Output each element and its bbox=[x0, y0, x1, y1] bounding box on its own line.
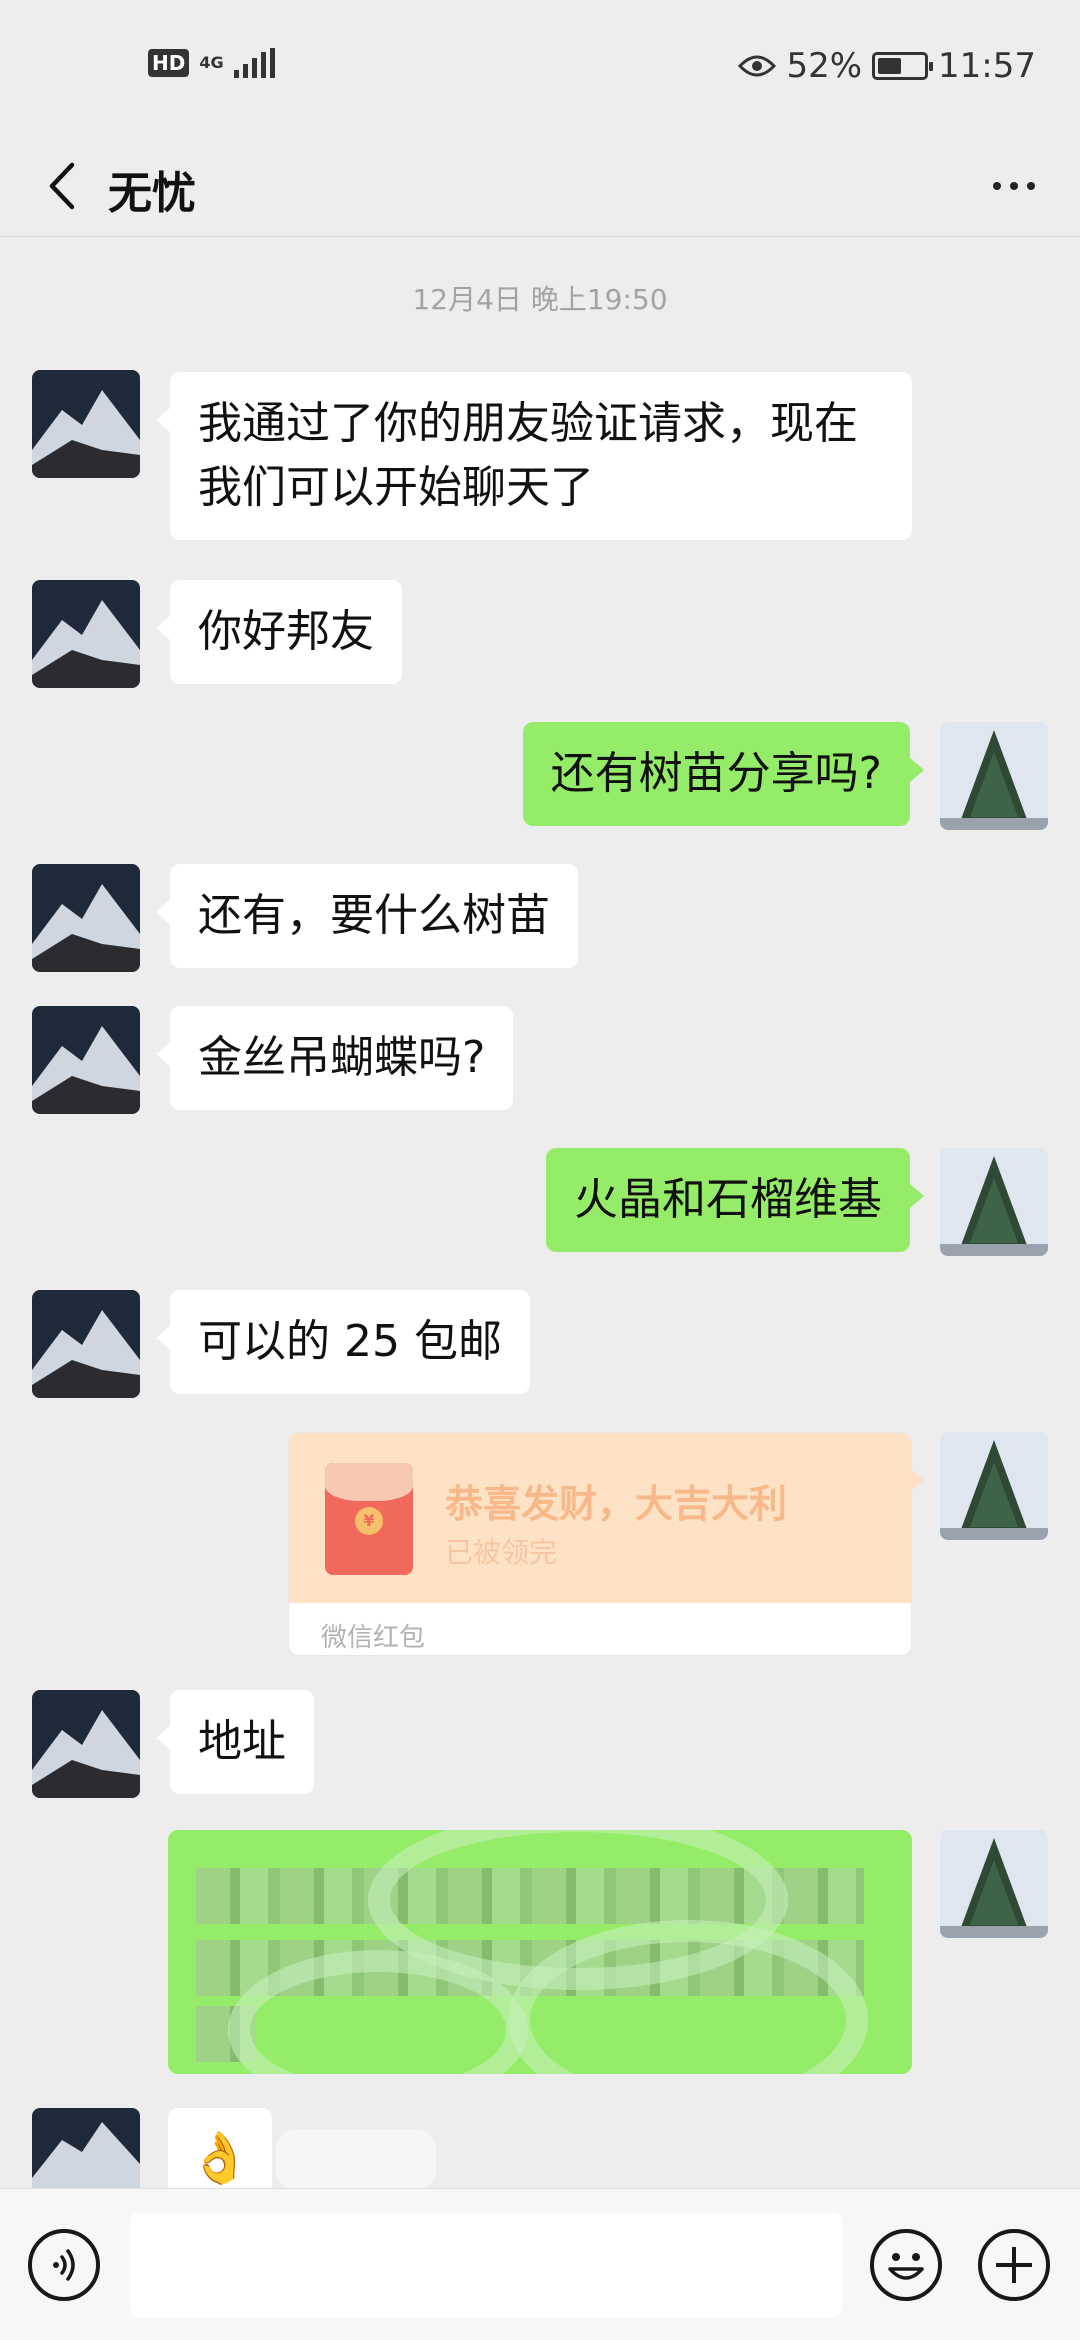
network-indicators: HD 4G bbox=[148, 48, 275, 78]
title-bar: 无忧 bbox=[0, 135, 1080, 237]
contact-avatar[interactable] bbox=[32, 1290, 140, 1398]
message-bubble-incoming[interactable]: 还有，要什么树苗 bbox=[156, 864, 578, 968]
hd-badge: HD bbox=[148, 49, 190, 77]
message-input[interactable] bbox=[130, 2213, 842, 2317]
red-envelope-icon: ¥ bbox=[325, 1463, 413, 1575]
voice-button[interactable] bbox=[28, 2229, 100, 2301]
emoji-button[interactable] bbox=[870, 2229, 942, 2301]
contact-avatar[interactable] bbox=[32, 864, 140, 972]
battery-icon bbox=[872, 52, 934, 80]
status-bar: HD 4G 52% 11:57 bbox=[0, 0, 1080, 135]
chevron-left-icon bbox=[49, 162, 75, 210]
status-right: 52% 11:57 bbox=[738, 46, 1036, 86]
contact-avatar[interactable] bbox=[32, 2108, 140, 2188]
message-bubble-incoming[interactable]: 金丝吊蝴蝶吗? bbox=[155, 1006, 514, 1110]
message-bubble-incoming[interactable]: 我通过了你的朋友验证请求，现在我们可以开始聊天了 bbox=[156, 372, 912, 540]
message-bubble-incoming[interactable]: 你好邦友 bbox=[156, 580, 402, 684]
message-timestamp: 12月4日 晚上19:50 bbox=[412, 283, 668, 316]
my-avatar[interactable] bbox=[940, 722, 1048, 830]
redaction-smudge bbox=[276, 2130, 436, 2190]
emoji-icon bbox=[888, 2253, 924, 2280]
signal-icon bbox=[233, 48, 275, 78]
battery-percent: 52% bbox=[786, 46, 863, 86]
my-avatar[interactable] bbox=[940, 1830, 1048, 1938]
contact-avatar[interactable] bbox=[32, 580, 140, 688]
red-packet-body: ¥ 恭喜发财，大吉大利 已被领完 bbox=[289, 1433, 911, 1603]
more-dots-icon bbox=[993, 182, 1001, 190]
my-avatar[interactable] bbox=[940, 1148, 1048, 1256]
eye-icon bbox=[738, 55, 777, 77]
chat-title: 无忧 bbox=[108, 168, 196, 219]
message-bubble-outgoing[interactable]: 还有树苗分享吗? bbox=[522, 722, 925, 826]
back-button[interactable] bbox=[26, 151, 96, 221]
contact-avatar[interactable] bbox=[32, 1690, 140, 1798]
contact-avatar[interactable] bbox=[32, 370, 140, 478]
red-packet-arrow bbox=[910, 1468, 924, 1492]
plus-button[interactable] bbox=[978, 2229, 1050, 2301]
more-button[interactable] bbox=[974, 151, 1054, 221]
contact-avatar[interactable] bbox=[32, 1006, 140, 1114]
red-packet-card[interactable]: ¥ 恭喜发财，大吉大利 已被领完 微信红包 bbox=[288, 1432, 912, 1656]
redacted-address-bubble[interactable] bbox=[168, 1830, 912, 2074]
red-packet-title: 恭喜发财，大吉大利 bbox=[445, 1482, 788, 1526]
message-bubble-incoming[interactable]: 👌 bbox=[168, 2108, 272, 2188]
red-packet-status: 已被领完 bbox=[445, 1536, 558, 1569]
network-type: 4G bbox=[199, 53, 224, 72]
voice-icon bbox=[53, 2249, 75, 2281]
my-avatar[interactable] bbox=[940, 1432, 1048, 1540]
message-bubble-outgoing[interactable]: 火晶和石榴维基 bbox=[546, 1148, 924, 1252]
message-bubble-incoming[interactable]: 地址 bbox=[156, 1690, 314, 1794]
clock: 11:57 bbox=[938, 46, 1036, 86]
message-bubble-incoming[interactable]: 可以的 25 包邮 bbox=[156, 1290, 530, 1394]
input-bar bbox=[0, 2188, 1080, 2340]
red-packet-footer: 微信红包 bbox=[321, 1623, 426, 1653]
